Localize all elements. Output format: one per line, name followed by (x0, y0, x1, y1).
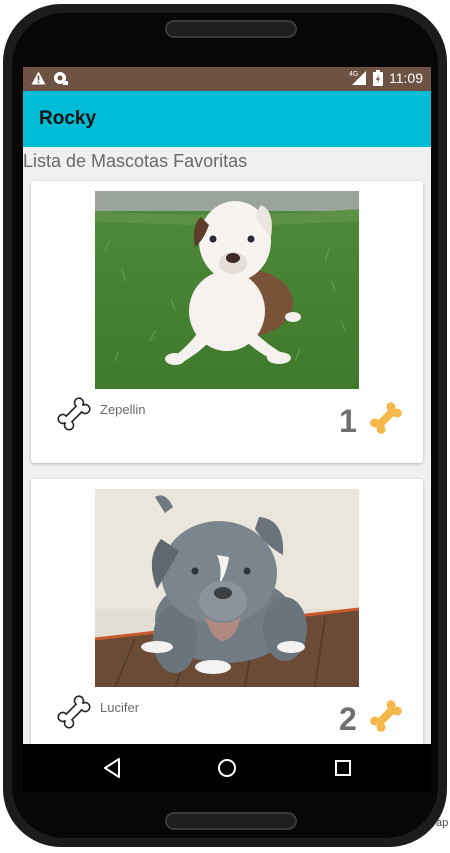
status-bar: 4G 11:09 (23, 67, 431, 91)
pet-name: Zepellin (100, 402, 146, 417)
back-icon[interactable] (101, 756, 125, 780)
bone-like-icon[interactable] (369, 699, 403, 733)
app-title: Rocky (39, 108, 97, 129)
top-speaker (165, 20, 297, 38)
warning-icon (31, 71, 46, 85)
network-label: 4G (349, 71, 358, 78)
pet-name: Lucifer (100, 700, 140, 715)
bone-like-icon[interactable] (369, 401, 403, 435)
app-bar: Rocky (23, 91, 431, 147)
status-left-icons (31, 71, 68, 85)
sync-icon (54, 72, 68, 85)
pet-card[interactable]: Zepellin 1 (31, 181, 423, 463)
phone-screen: 4G 11:09 Rocky Lista de Mascotas Favorit… (23, 67, 431, 792)
status-right-icons: 4G 11:09 (349, 70, 423, 86)
pet-rating: 1 (339, 403, 357, 439)
edge-text: ap (436, 817, 449, 829)
favorites-list[interactable]: Lista de Mascotas Favoritas Zepellin 1 L… (23, 147, 431, 744)
bottom-speaker (165, 812, 297, 830)
status-time: 11:09 (389, 70, 423, 86)
pet-card[interactable]: Lucifer 2 (31, 479, 423, 744)
bone-outline-icon (57, 695, 91, 729)
signal-icon: 4G (349, 71, 366, 85)
recents-icon[interactable] (331, 756, 355, 780)
pet-photo (95, 191, 359, 389)
navigation-bar (23, 744, 431, 792)
battery-icon (373, 70, 383, 86)
list-title: Lista de Mascotas Favoritas (23, 151, 248, 171)
pet-photo (95, 489, 359, 687)
pet-rating: 2 (339, 701, 357, 737)
home-icon[interactable] (215, 756, 239, 780)
bone-outline-icon (57, 397, 91, 431)
